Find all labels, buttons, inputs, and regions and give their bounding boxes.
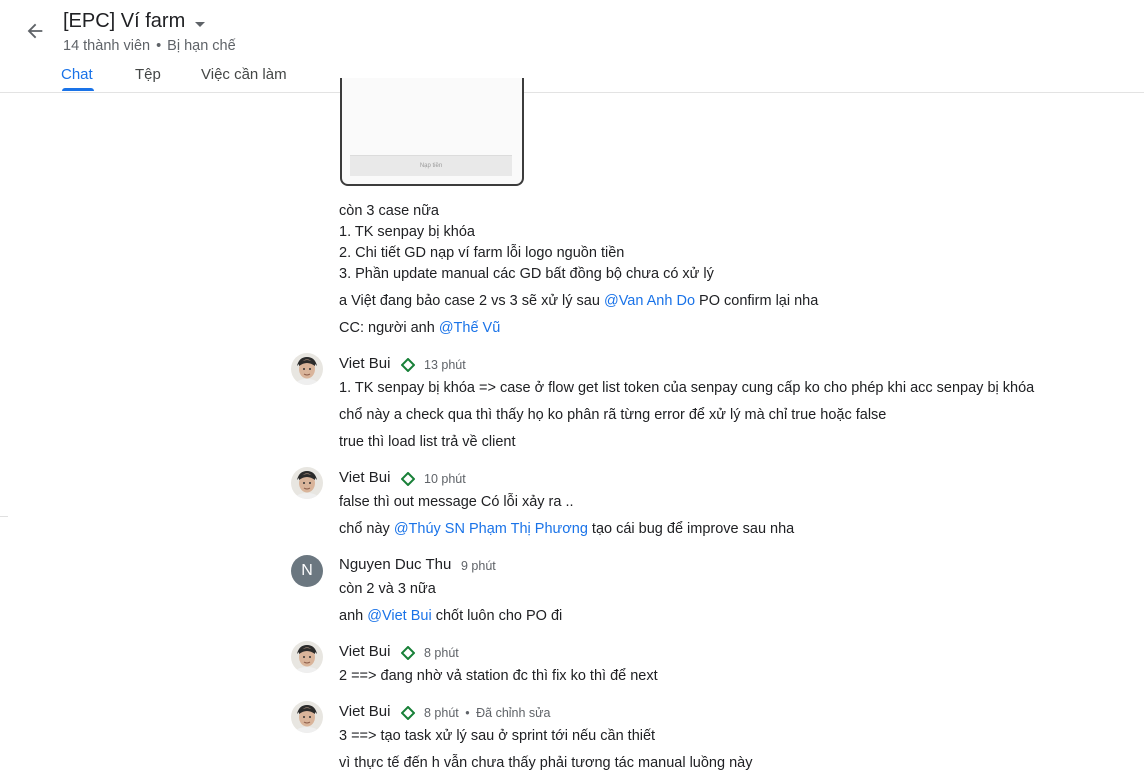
time-separator: • — [465, 706, 470, 720]
message-text: tạo cái bug để improve sau nha — [587, 521, 795, 537]
message-line: 2 ==> đang nhờ vả station đc thì fix ko … — [339, 668, 658, 684]
message-line: chổ này a check qua thì thấy họ ko phân … — [339, 407, 887, 423]
message-text: PO confirm lại nha — [695, 293, 819, 309]
message-line: false thì out message Có lỗi xảy ra .. — [339, 494, 574, 510]
mention-link[interactable]: @Thế Vũ — [439, 320, 500, 336]
message-line: còn 3 case nữa — [339, 203, 439, 219]
space-subtitle: 14 thành viên • Bị hạn chế — [63, 38, 236, 54]
mention-link[interactable]: @Van Anh Do — [604, 293, 695, 309]
sender-name[interactable]: Viet Bui — [339, 355, 390, 372]
message-line: CC: người anh @Thế Vũ — [339, 320, 500, 336]
mention-link[interactable]: @Viet Bui — [367, 608, 431, 624]
tab-files[interactable]: Tệp — [135, 66, 161, 83]
space-title[interactable]: [EPC] Ví farm — [63, 10, 185, 33]
edited-label: Đã chỉnh sửa — [476, 706, 551, 720]
avatar[interactable] — [291, 353, 323, 385]
message-line: 3 ==> tạo task xử lý sau ở sprint tới nế… — [339, 728, 656, 744]
sender-name[interactable]: Viet Bui — [339, 469, 390, 486]
verified-badge-icon — [401, 358, 415, 372]
message-line: chổ này @Thúy SN Phạm Thị Phương tạo cái… — [339, 521, 794, 537]
message-line: còn 2 và 3 nữa — [339, 581, 436, 597]
tab-chat[interactable]: Chat — [61, 66, 93, 83]
message-line: 1. TK senpay bị khóa — [339, 224, 475, 240]
message-timestamp: 8 phút — [424, 646, 459, 660]
message-text: chốt luôn cho PO đi — [431, 608, 563, 624]
sender-name[interactable]: Nguyen Duc Thu — [339, 556, 451, 573]
divider — [0, 516, 8, 517]
message-line: vì thực tế đến h vẫn chưa thấy phải tươn… — [339, 755, 753, 771]
verified-badge-icon — [401, 472, 415, 486]
avatar[interactable] — [291, 701, 323, 733]
message-line: 1. TK senpay bị khóa => case ở flow get … — [339, 380, 1035, 396]
verified-badge-icon — [401, 646, 415, 660]
member-count[interactable]: 14 thành viên — [63, 38, 150, 54]
message-timestamp: 13 phút — [424, 358, 466, 372]
verified-badge-icon — [401, 706, 415, 720]
message-line: a Việt đang bảo case 2 vs 3 sẽ xử lý sau… — [339, 293, 818, 309]
avatar[interactable]: N — [291, 555, 323, 587]
message-time: 8 phút — [424, 706, 459, 720]
attachment-button-preview: Nạp tiền — [350, 155, 512, 176]
mention-link[interactable]: @Thúy SN Phạm Thị Phương — [394, 521, 588, 537]
message-text: a Việt đang bảo case 2 vs 3 sẽ xử lý sau — [339, 293, 604, 309]
attachment-button-label: Nạp tiền — [419, 163, 443, 169]
dropdown-caret-icon[interactable] — [192, 16, 208, 32]
message-line: true thì load list trả về client — [339, 434, 516, 450]
back-arrow-icon[interactable] — [24, 20, 46, 42]
restriction-label: Bị hạn chế — [167, 38, 236, 54]
avatar[interactable] — [291, 641, 323, 673]
image-attachment[interactable]: Nạp tiền — [340, 78, 524, 186]
message-text: anh — [339, 608, 368, 624]
message-text: CC: người anh — [339, 320, 439, 336]
chat-header: [EPC] Ví farm 14 thành viên • Bị hạn chế C… — [0, 0, 1144, 93]
message-text: chổ này — [339, 521, 394, 537]
tab-tasks[interactable]: Việc cần làm — [201, 66, 287, 83]
message-timestamp: 9 phút — [461, 559, 496, 573]
message-timestamp: 8 phút • Đã chỉnh sửa — [424, 706, 551, 720]
active-tab-indicator — [62, 88, 94, 91]
message-line: 2. Chi tiết GD nạp ví farm lỗi logo nguồ… — [339, 245, 625, 261]
subtitle-separator: • — [156, 38, 162, 54]
message-timestamp: 10 phút — [424, 472, 466, 486]
sender-name[interactable]: Viet Bui — [339, 643, 390, 660]
tab-bar: Chat Tệp Việc cần làm — [0, 62, 1144, 92]
message-line: 3. Phần update manual các GD bất đồng bộ… — [339, 266, 714, 282]
avatar[interactable] — [291, 467, 323, 499]
sender-name[interactable]: Viet Bui — [339, 703, 390, 720]
message-line: anh @Viet Bui chốt luôn cho PO đi — [339, 608, 562, 624]
